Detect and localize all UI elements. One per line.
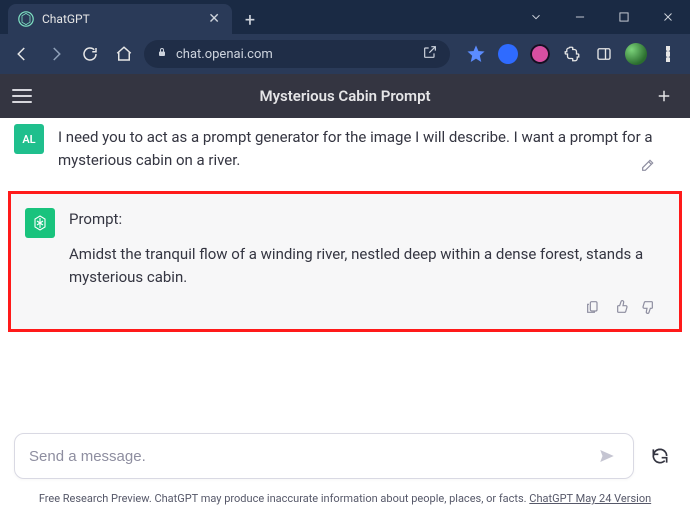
new-chat-button[interactable] bbox=[650, 82, 678, 110]
forward-button[interactable] bbox=[42, 40, 70, 68]
tab-close-icon[interactable]: ✕ bbox=[206, 12, 222, 26]
assistant-body: Amidst the tranquil flow of a winding ri… bbox=[69, 243, 661, 290]
url-text: chat.openai.com bbox=[176, 47, 273, 62]
tab-title: ChatGPT bbox=[42, 12, 198, 26]
new-tab-button[interactable]: + bbox=[236, 6, 264, 34]
extension-pink-icon[interactable] bbox=[526, 40, 554, 68]
side-panel-icon[interactable] bbox=[590, 40, 618, 68]
message-input[interactable] bbox=[29, 448, 595, 465]
user-avatar: AL bbox=[14, 124, 44, 154]
thumbs-down-icon[interactable] bbox=[641, 299, 657, 319]
footer-disclaimer: Free Research Preview. ChatGPT may produ… bbox=[39, 492, 529, 505]
regenerate-button[interactable] bbox=[644, 440, 676, 472]
profile-avatar-icon[interactable] bbox=[622, 40, 650, 68]
tab-favicon-icon bbox=[18, 11, 34, 27]
extension-blue-icon[interactable] bbox=[494, 40, 522, 68]
assistant-message: Prompt: Amidst the tranquil flow of a wi… bbox=[11, 194, 679, 330]
chevron-down-icon[interactable] bbox=[514, 0, 558, 34]
message-input-container[interactable] bbox=[14, 433, 634, 479]
browser-menu-icon[interactable] bbox=[654, 40, 682, 68]
message-list: AL I need you to act as a prompt generat… bbox=[0, 118, 690, 420]
address-bar[interactable]: chat.openai.com bbox=[144, 40, 450, 68]
window-close-button[interactable] bbox=[646, 0, 690, 34]
window-maximize-button[interactable] bbox=[602, 0, 646, 34]
assistant-label: Prompt: bbox=[69, 208, 661, 231]
toolbar-right-icons bbox=[462, 40, 682, 68]
footer-text: Free Research Preview. ChatGPT may produ… bbox=[0, 492, 690, 510]
share-icon[interactable] bbox=[422, 44, 438, 64]
assistant-highlight-box: Prompt: Amidst the tranquil flow of a wi… bbox=[8, 191, 682, 333]
lock-icon bbox=[156, 46, 168, 62]
edit-icon[interactable] bbox=[640, 157, 656, 177]
bookmark-star-icon[interactable] bbox=[462, 40, 490, 68]
window-minimize-button[interactable] bbox=[558, 0, 602, 34]
assistant-message-text: Prompt: Amidst the tranquil flow of a wi… bbox=[69, 208, 661, 290]
menu-button[interactable] bbox=[12, 82, 40, 110]
page-title: Mysterious Cabin Prompt bbox=[40, 87, 650, 105]
footer-version-link[interactable]: ChatGPT May 24 Version bbox=[529, 492, 651, 505]
reload-button[interactable] bbox=[76, 40, 104, 68]
composer bbox=[0, 420, 690, 492]
back-button[interactable] bbox=[8, 40, 36, 68]
message-actions bbox=[585, 299, 657, 319]
browser-titlebar: ChatGPT ✕ + bbox=[0, 0, 690, 34]
page-header: Mysterious Cabin Prompt bbox=[0, 74, 690, 118]
browser-tab[interactable]: ChatGPT ✕ bbox=[8, 4, 232, 34]
assistant-avatar-icon bbox=[25, 208, 55, 238]
user-message-text: I need you to act as a prompt generator … bbox=[58, 124, 672, 173]
thumbs-up-icon[interactable] bbox=[613, 299, 629, 319]
extensions-icon[interactable] bbox=[558, 40, 586, 68]
window-controls bbox=[514, 0, 690, 34]
browser-toolbar: chat.openai.com bbox=[0, 34, 690, 74]
home-button[interactable] bbox=[110, 40, 138, 68]
copy-icon[interactable] bbox=[585, 299, 601, 319]
send-button[interactable] bbox=[595, 444, 619, 468]
user-message: AL I need you to act as a prompt generat… bbox=[0, 118, 690, 187]
